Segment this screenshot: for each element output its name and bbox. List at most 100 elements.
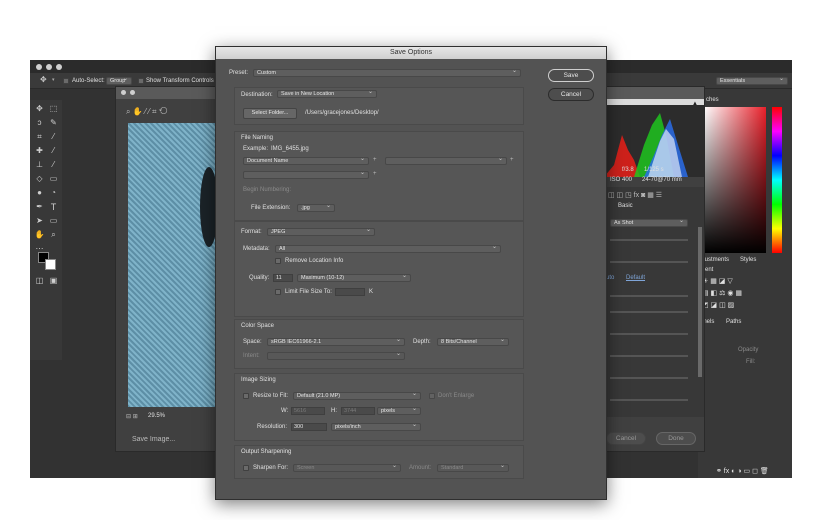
minimize-window-button[interactable]	[46, 64, 52, 70]
metadata-dropdown[interactable]: All	[275, 245, 501, 253]
stamp-icon[interactable]: ⊥	[34, 160, 45, 170]
whites-slider[interactable]	[610, 377, 688, 379]
temperature-slider[interactable]	[610, 239, 688, 241]
resize-to-fit-checkbox[interactable]	[243, 393, 249, 399]
screen-mode-icon[interactable]: ▣	[48, 276, 59, 286]
dodge-icon[interactable]: ◔	[48, 188, 59, 198]
default-link[interactable]: Default	[626, 275, 645, 281]
adjustments-scrollbar[interactable]	[698, 227, 702, 377]
plus-icon[interactable]: +	[510, 157, 514, 163]
width-input[interactable]: 5616	[291, 407, 325, 415]
save-button[interactable]: Save	[548, 69, 594, 82]
move-tool-icon[interactable]: ✥	[40, 75, 47, 84]
plus-icon[interactable]: +	[373, 157, 377, 163]
lens-value: 24-70@70 mm	[642, 177, 682, 183]
quality-input[interactable]: 11	[273, 274, 293, 282]
adjustment-icons-row2[interactable]: ▤ ◧ ⚖ ◉ ▦	[702, 289, 742, 297]
adjustment-icons-row1[interactable]: ☀ ▦ ◪ ▽	[702, 277, 733, 285]
styles-tab[interactable]: Styles	[740, 257, 756, 263]
layer-actions-icons[interactable]: ⚭ fx ◐ ◑ ▭ ◻ 🗑	[716, 467, 769, 475]
sharpen-for-checkbox[interactable]	[243, 465, 249, 471]
auto-link[interactable]: uto	[606, 275, 614, 281]
close-window-button[interactable]	[36, 64, 42, 70]
tint-slider[interactable]	[610, 261, 688, 263]
swatches-tab[interactable]: ches	[706, 97, 719, 103]
space-dropdown[interactable]: sRGB IEC61966-2.1	[267, 338, 405, 346]
highlights-slider[interactable]	[610, 333, 688, 335]
auto-select-checkbox[interactable]	[63, 78, 69, 84]
zoom-level[interactable]: 29.5%	[148, 413, 165, 419]
preset-dropdown[interactable]: Custom	[253, 69, 521, 77]
move-icon[interactable]: ✥	[34, 104, 45, 114]
type-icon[interactable]: T	[48, 202, 59, 212]
depth-label: Depth:	[413, 339, 431, 345]
quick-select-icon[interactable]: ✎	[48, 118, 59, 128]
size-units-dropdown[interactable]: pixels	[377, 407, 421, 415]
resolution-units-dropdown[interactable]: pixels/inch	[331, 423, 421, 431]
white-balance-dropdown[interactable]: As Shot	[610, 219, 688, 227]
blacks-slider[interactable]	[610, 399, 688, 401]
eraser-icon[interactable]: ◇	[34, 174, 45, 184]
metadata-label: Metadata:	[243, 246, 270, 252]
auto-select-dropdown[interactable]: Group	[106, 77, 132, 85]
chevron-down-icon[interactable]: ▾	[52, 77, 55, 83]
quality-dropdown[interactable]: Maximum (10-12)	[297, 274, 411, 282]
pen-icon[interactable]: ✒	[34, 202, 45, 212]
save-image-button[interactable]: Save Image...	[132, 436, 175, 443]
adjustment-icons-row3[interactable]: ◩ ◪ ◫ ▨	[702, 301, 734, 309]
select-folder-button[interactable]: Select Folder...	[243, 108, 297, 119]
file-extension-dropdown[interactable]: .jpg	[297, 204, 335, 212]
exposure-slider[interactable]	[610, 295, 688, 297]
shadows-slider[interactable]	[610, 355, 688, 357]
resolution-input[interactable]: 300	[291, 423, 327, 431]
adjustments-panel: ◫ ◫ ◳ fx ◙ ▦ ☰ Basic As Shot uto Default	[604, 187, 704, 417]
panel-tab-icons[interactable]: ◫ ◫ ◳ fx ◙ ▦ ☰	[608, 191, 662, 199]
rectangle-icon[interactable]: ▭	[48, 216, 59, 226]
naming-field-1[interactable]: Document Name	[243, 157, 369, 165]
workspace-dropdown[interactable]: Essentials	[716, 77, 788, 85]
dont-enlarge-checkbox[interactable]	[429, 393, 435, 399]
gradient-icon[interactable]: ▭	[48, 174, 59, 184]
eyedropper-icon[interactable]: ⁄	[48, 132, 59, 142]
contrast-slider[interactable]	[610, 311, 688, 313]
lasso-icon[interactable]: ↄ	[34, 118, 45, 128]
raw-done-button[interactable]: Done	[656, 432, 696, 445]
resize-to-fit-dropdown[interactable]: Default (21.0 MP)	[293, 392, 421, 400]
limit-file-size-input[interactable]	[335, 288, 365, 296]
height-input[interactable]: 3744	[341, 407, 375, 415]
cancel-button[interactable]: Cancel	[548, 88, 594, 101]
crop-icon[interactable]: ⌗	[34, 132, 45, 142]
plus-icon[interactable]: +	[373, 171, 377, 177]
blur-icon[interactable]: ●	[34, 188, 45, 198]
destination-dropdown[interactable]: Save in New Location	[277, 90, 377, 98]
brush-icon[interactable]: ⁄	[48, 146, 59, 156]
naming-field-2[interactable]	[385, 157, 507, 165]
begin-numbering-label: Begin Numbering:	[243, 187, 292, 193]
amount-dropdown[interactable]: Standard	[437, 464, 509, 472]
history-brush-icon[interactable]: ⁄	[48, 160, 59, 170]
path-select-icon[interactable]: ➤	[34, 216, 45, 226]
remove-location-checkbox[interactable]	[275, 258, 281, 264]
paths-tab[interactable]: Paths	[726, 319, 741, 325]
limit-file-size-checkbox[interactable]	[275, 289, 281, 295]
naming-field-3[interactable]	[243, 171, 369, 179]
sharpen-for-dropdown[interactable]: Screen	[293, 464, 401, 472]
raw-minimize-button[interactable]	[130, 90, 135, 95]
format-dropdown[interactable]: JPEG	[267, 228, 375, 236]
raw-tool-icons[interactable]: ⌕ ✋ ⁄ ⁄ ⌗ ⟲	[126, 107, 167, 117]
raw-close-button[interactable]	[121, 90, 126, 95]
raw-cancel-button[interactable]: Cancel	[606, 432, 646, 445]
hand-icon[interactable]: ✋	[34, 230, 45, 240]
background-color-swatch[interactable]	[45, 259, 56, 270]
show-transform-checkbox[interactable]	[138, 78, 144, 84]
intent-dropdown[interactable]	[267, 352, 405, 360]
marquee-icon[interactable]: ⬚	[48, 104, 59, 114]
zoom-window-button[interactable]	[56, 64, 62, 70]
depth-dropdown[interactable]: 8 Bits/Channel	[437, 338, 509, 346]
hue-slider[interactable]	[772, 107, 782, 253]
healing-icon[interactable]: ✚	[34, 146, 45, 156]
quick-mask-icon[interactable]: ◫	[34, 276, 45, 286]
zoom-controls[interactable]: ⊟ ⊞	[126, 413, 138, 420]
color-field[interactable]	[704, 107, 766, 253]
zoom-icon[interactable]: ⌕	[48, 230, 59, 240]
